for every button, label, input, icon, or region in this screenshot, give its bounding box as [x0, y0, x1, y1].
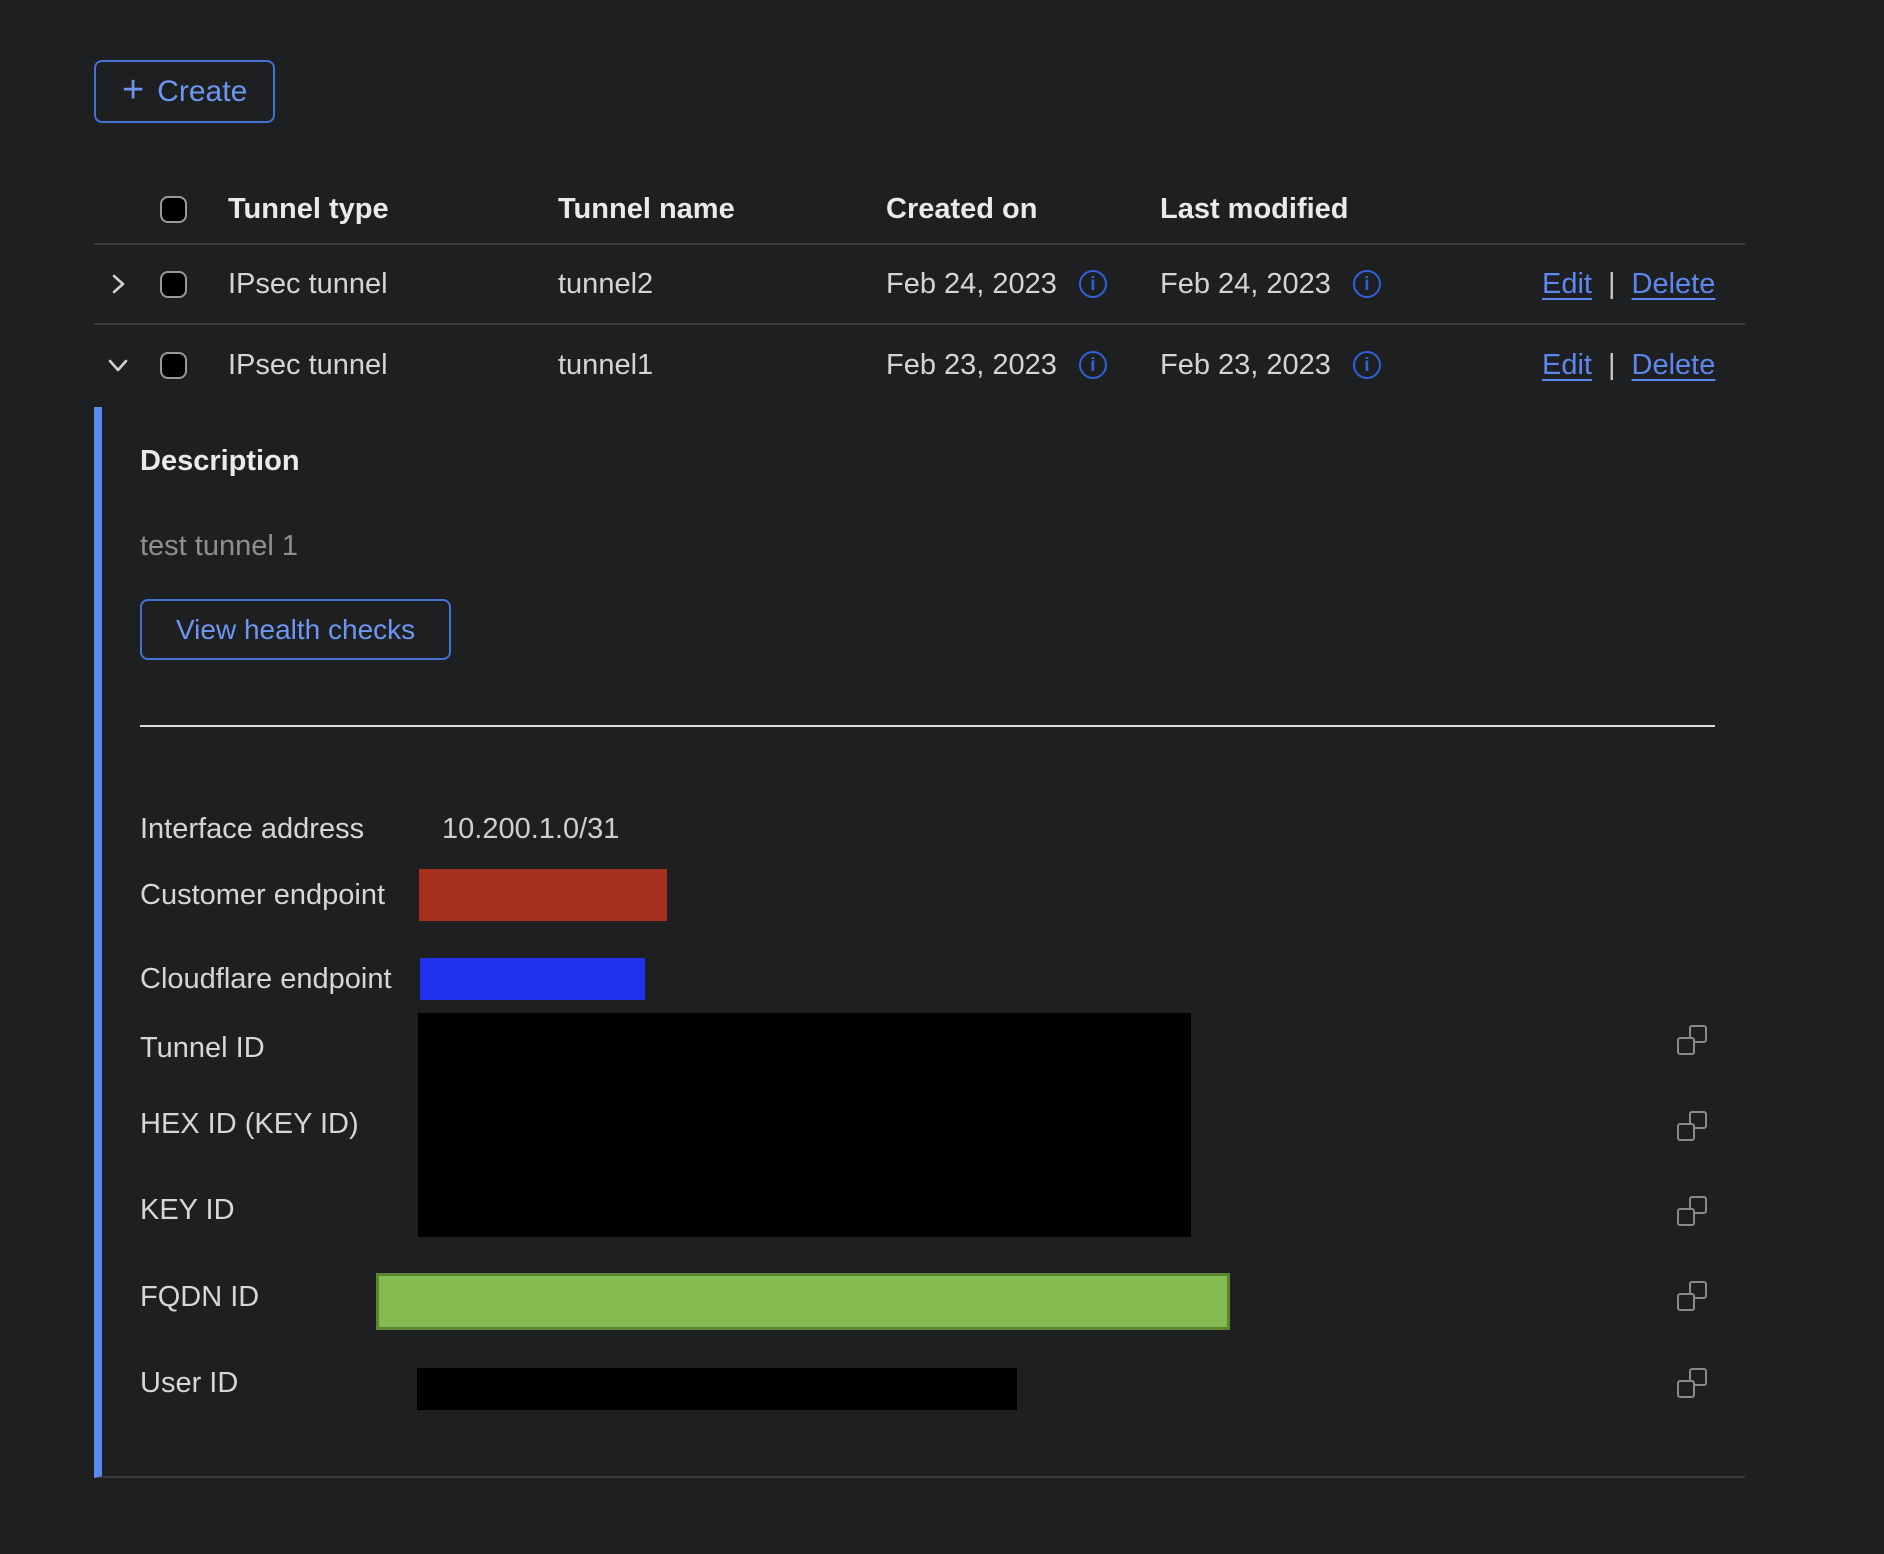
- tunnel-id-label: Tunnel ID: [140, 1031, 265, 1065]
- create-button-label: Create: [157, 75, 247, 109]
- created-on-value: Feb 24, 2023: [886, 268, 1057, 301]
- hex-id-label: HEX ID (KEY ID): [140, 1107, 359, 1141]
- copy-key-id-icon[interactable]: [1677, 1196, 1707, 1226]
- row-checkbox[interactable]: [160, 352, 187, 379]
- select-all-checkbox[interactable]: [160, 196, 187, 223]
- header-tunnel-type: Tunnel type: [228, 193, 558, 226]
- table-row: IPsec tunnel tunnel1 Feb 23, 2023 i Feb …: [94, 325, 1745, 405]
- header-tunnel-name: Tunnel name: [558, 193, 886, 226]
- fqdn-id-label: FQDN ID: [140, 1280, 259, 1314]
- description-value: test tunnel 1: [140, 530, 298, 563]
- copy-tunnel-id-icon[interactable]: [1677, 1025, 1707, 1055]
- last-modified-value: Feb 24, 2023: [1160, 268, 1331, 301]
- cloudflare-endpoint-redacted-value: [420, 958, 645, 1000]
- row-actions: Edit | Delete: [1542, 268, 1745, 301]
- create-button[interactable]: + Create: [94, 60, 275, 123]
- last-modified-value: Feb 23, 2023: [1160, 349, 1331, 382]
- tunnel-name-cell: tunnel2: [558, 268, 886, 301]
- fqdn-id-redacted-value: [376, 1273, 1230, 1330]
- edit-link[interactable]: Edit: [1542, 268, 1592, 301]
- tunnel-type-cell: IPsec tunnel: [228, 268, 558, 301]
- info-icon[interactable]: i: [1353, 351, 1381, 379]
- tunnel-name-cell: tunnel1: [558, 349, 886, 382]
- interface-address-value: 10.200.1.0/31: [442, 812, 619, 846]
- cloudflare-endpoint-label: Cloudflare endpoint: [140, 962, 392, 996]
- chevron-down-icon: [104, 351, 132, 379]
- copy-fqdn-id-icon[interactable]: [1677, 1281, 1707, 1311]
- action-separator: |: [1608, 349, 1616, 382]
- info-icon[interactable]: i: [1079, 270, 1107, 298]
- row-checkbox[interactable]: [160, 271, 187, 298]
- copy-hex-id-icon[interactable]: [1677, 1111, 1707, 1141]
- created-on-cell: Feb 24, 2023 i: [886, 268, 1160, 301]
- action-separator: |: [1608, 268, 1616, 301]
- plus-icon: +: [122, 71, 144, 109]
- copy-user-id-icon[interactable]: [1677, 1368, 1707, 1398]
- info-icon[interactable]: i: [1079, 351, 1107, 379]
- table-row: IPsec tunnel tunnel2 Feb 24, 2023 i Feb …: [94, 245, 1745, 325]
- edit-link[interactable]: Edit: [1542, 349, 1592, 382]
- collapse-row-button[interactable]: [94, 351, 144, 379]
- user-id-redacted-value: [417, 1368, 1017, 1410]
- table-header-row: Tunnel type Tunnel name Created on Last …: [94, 175, 1745, 245]
- row-actions: Edit | Delete: [1542, 349, 1745, 382]
- panel-divider: [140, 725, 1715, 727]
- last-modified-cell: Feb 23, 2023 i: [1160, 349, 1542, 382]
- created-on-cell: Feb 23, 2023 i: [886, 349, 1160, 382]
- view-health-checks-button[interactable]: View health checks: [140, 599, 451, 660]
- customer-endpoint-redacted-value: [419, 869, 667, 921]
- last-modified-cell: Feb 24, 2023 i: [1160, 268, 1542, 301]
- interface-address-label: Interface address: [140, 812, 364, 846]
- customer-endpoint-label: Customer endpoint: [140, 878, 385, 912]
- delete-link[interactable]: Delete: [1632, 349, 1716, 382]
- ids-redacted-values: [418, 1013, 1191, 1237]
- chevron-right-icon: [104, 270, 132, 298]
- description-label: Description: [140, 445, 300, 478]
- delete-link[interactable]: Delete: [1632, 268, 1716, 301]
- tunnel-type-cell: IPsec tunnel: [228, 349, 558, 382]
- tunnel-detail-panel: Description test tunnel 1 View health ch…: [94, 407, 1745, 1478]
- info-icon[interactable]: i: [1353, 270, 1381, 298]
- header-last-modified: Last modified: [1160, 193, 1542, 226]
- key-id-label: KEY ID: [140, 1193, 235, 1227]
- tunnels-table: Tunnel type Tunnel name Created on Last …: [94, 175, 1745, 405]
- created-on-value: Feb 23, 2023: [886, 349, 1057, 382]
- header-created-on: Created on: [886, 193, 1160, 226]
- expand-row-button[interactable]: [94, 270, 144, 298]
- user-id-label: User ID: [140, 1366, 238, 1400]
